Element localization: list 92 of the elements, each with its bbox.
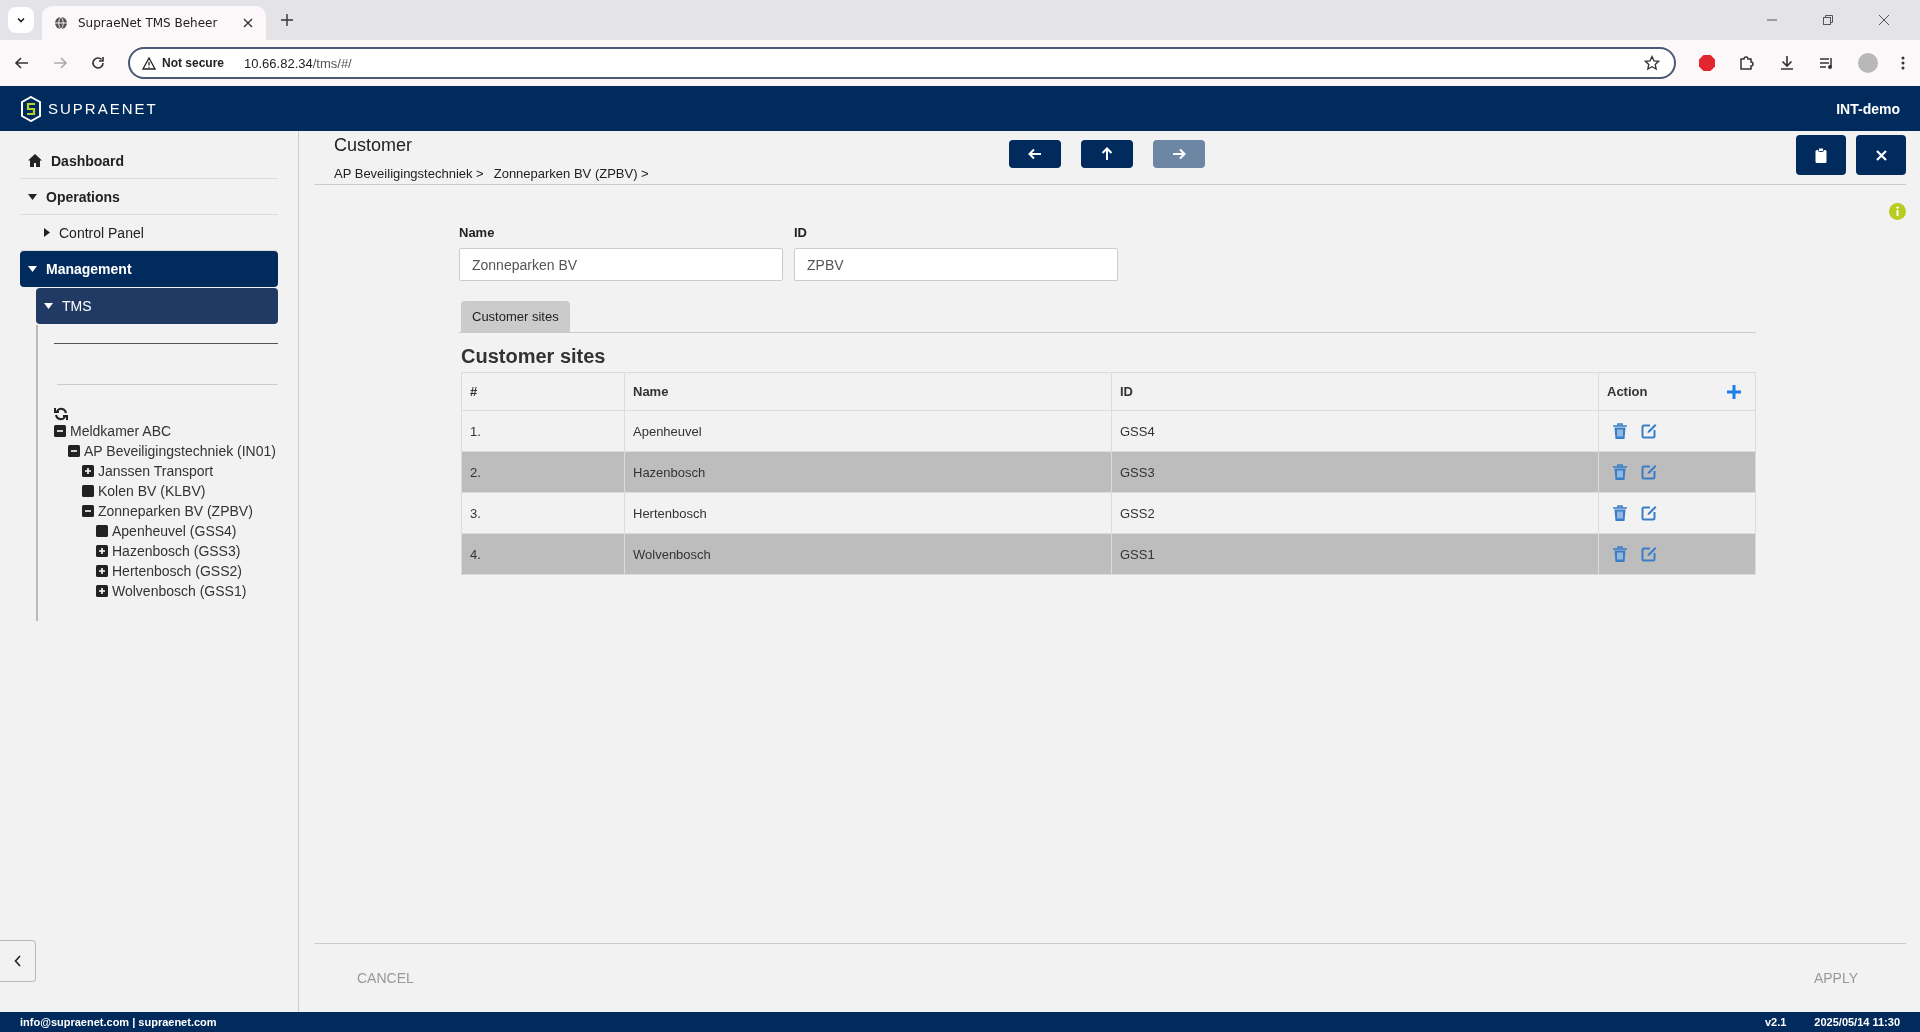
breadcrumb-link[interactable]: Zonneparken BV (ZPBV) > bbox=[493, 166, 649, 181]
close-icon[interactable] bbox=[242, 17, 254, 29]
tree-node[interactable]: Zonneparken BV (ZPBV) bbox=[54, 501, 278, 521]
table-cell: Wolvenbosch bbox=[624, 533, 1112, 575]
contact-text: info@supraenet.com | supraenet.com bbox=[20, 1016, 217, 1028]
address-field[interactable]: Not secure 10.66.82.34/tms/#/ bbox=[128, 47, 1676, 79]
plus-box-icon[interactable] bbox=[96, 545, 108, 557]
more-icon[interactable] bbox=[1900, 55, 1906, 71]
add-icon[interactable] bbox=[1727, 384, 1742, 399]
table-cell: 4. bbox=[461, 533, 625, 575]
browser-tab[interactable]: SupraeNet TMS Beheer bbox=[42, 6, 266, 40]
close-icon[interactable] bbox=[1878, 14, 1890, 26]
plus-box-icon[interactable] bbox=[96, 565, 108, 577]
table-cell: 1. bbox=[461, 410, 625, 452]
column-header: Name bbox=[624, 372, 1112, 411]
section-title: Customer sites bbox=[461, 345, 607, 368]
square-icon[interactable] bbox=[96, 525, 108, 537]
sidebar-item[interactable]: Management bbox=[20, 251, 278, 287]
table-cell: Hertenbosch bbox=[624, 492, 1112, 534]
download-icon[interactable] bbox=[1778, 54, 1796, 72]
environment-label: INT-demo bbox=[1836, 100, 1900, 117]
tree-node[interactable]: Wolvenbosch (GSS1) bbox=[54, 581, 278, 601]
edit-icon[interactable] bbox=[1641, 505, 1657, 522]
page-title: Customer bbox=[334, 135, 414, 156]
tree-node[interactable]: AP Beveiligingstechniek (IN01) bbox=[54, 441, 278, 461]
table-cell: GSS2 bbox=[1111, 492, 1599, 534]
warning-icon bbox=[142, 56, 156, 70]
globe-icon bbox=[54, 16, 68, 30]
caret-down-icon bbox=[28, 266, 37, 272]
sidebar-item[interactable]: Operations bbox=[20, 179, 278, 215]
plus-box-icon[interactable] bbox=[96, 585, 108, 597]
plus-box-icon[interactable] bbox=[82, 465, 94, 477]
tree-node[interactable]: Meldkamer ABC bbox=[54, 421, 278, 441]
clipboard-icon bbox=[1815, 147, 1827, 163]
tree-node[interactable]: Janssen Transport bbox=[54, 461, 278, 481]
puzzle-icon[interactable] bbox=[1738, 54, 1756, 72]
trash-icon[interactable] bbox=[1613, 505, 1627, 522]
tree-node[interactable]: Apenheuvel (GSS4) bbox=[54, 521, 278, 541]
field-label: ID bbox=[794, 225, 808, 240]
breadcrumb-link[interactable]: AP Beveiligingstechniek > bbox=[334, 166, 484, 181]
tree-node[interactable]: Kolen BV (KLBV) bbox=[54, 481, 278, 501]
security-label: Not secure bbox=[162, 56, 225, 70]
back-icon[interactable] bbox=[14, 55, 30, 71]
minus-box-icon[interactable] bbox=[54, 425, 66, 437]
datetime-text: 2025/05/14 11:30 bbox=[1814, 1016, 1900, 1028]
back-button[interactable] bbox=[1008, 140, 1061, 168]
sidebar-item[interactable]: TMS bbox=[36, 288, 278, 324]
arrow-left-icon bbox=[1027, 148, 1042, 160]
field-label: Name bbox=[459, 225, 496, 240]
caret-right-icon bbox=[44, 228, 50, 237]
minus-box-icon[interactable] bbox=[82, 505, 94, 517]
tab-title: SupraeNet TMS Beheer bbox=[78, 16, 219, 30]
sidebar-item[interactable]: Dashboard bbox=[20, 143, 278, 179]
caret-down-icon bbox=[44, 303, 53, 309]
table-cell: 3. bbox=[461, 492, 625, 534]
square-icon[interactable] bbox=[82, 485, 94, 497]
refresh-icon[interactable] bbox=[54, 407, 68, 421]
reload-icon[interactable] bbox=[90, 55, 106, 71]
text-input[interactable]: Zonneparken BV bbox=[459, 248, 783, 281]
url-text: 10.66.82.34/tms/#/ bbox=[244, 55, 352, 71]
stop-sign-extension-icon[interactable] bbox=[1698, 54, 1716, 72]
clipboard-button[interactable] bbox=[1796, 135, 1846, 175]
brand-name: SUPRAENET bbox=[48, 100, 158, 117]
star-icon[interactable] bbox=[1644, 55, 1660, 71]
table-cell: Hazenbosch bbox=[624, 451, 1112, 493]
table-cell: GSS4 bbox=[1111, 410, 1599, 452]
table-cell: Apenheuvel bbox=[624, 410, 1112, 452]
column-header: # bbox=[461, 372, 625, 411]
tab[interactable]: Customer sites bbox=[461, 301, 570, 332]
version-text: v2.1 bbox=[1764, 1016, 1787, 1028]
restore-icon[interactable] bbox=[1822, 14, 1834, 26]
column-header-text: Action bbox=[1607, 384, 1648, 399]
trash-icon[interactable] bbox=[1613, 423, 1627, 440]
close-button[interactable] bbox=[1856, 135, 1906, 175]
tree-node[interactable]: Hertenbosch (GSS2) bbox=[54, 561, 278, 581]
tree-node[interactable]: Hazenbosch (GSS3) bbox=[54, 541, 278, 561]
arrow-right-icon bbox=[1171, 148, 1186, 160]
minus-box-icon[interactable] bbox=[68, 445, 80, 457]
up-button[interactable] bbox=[1080, 140, 1133, 168]
edit-icon[interactable] bbox=[1641, 423, 1657, 440]
table-cell: GSS1 bbox=[1111, 533, 1599, 575]
home-icon bbox=[28, 154, 42, 167]
close-icon bbox=[1875, 149, 1887, 161]
chevron-left-icon bbox=[13, 955, 22, 967]
new-tab-icon[interactable] bbox=[280, 13, 294, 27]
column-header: ID bbox=[1111, 372, 1599, 411]
table-cell: GSS3 bbox=[1111, 451, 1599, 493]
table-cell: 2. bbox=[461, 451, 625, 493]
hexagon-logo-icon bbox=[20, 95, 42, 122]
text-input[interactable]: ZPBV bbox=[794, 248, 1118, 281]
arrow-up-icon bbox=[1100, 147, 1113, 161]
caret-down-icon bbox=[28, 193, 37, 200]
